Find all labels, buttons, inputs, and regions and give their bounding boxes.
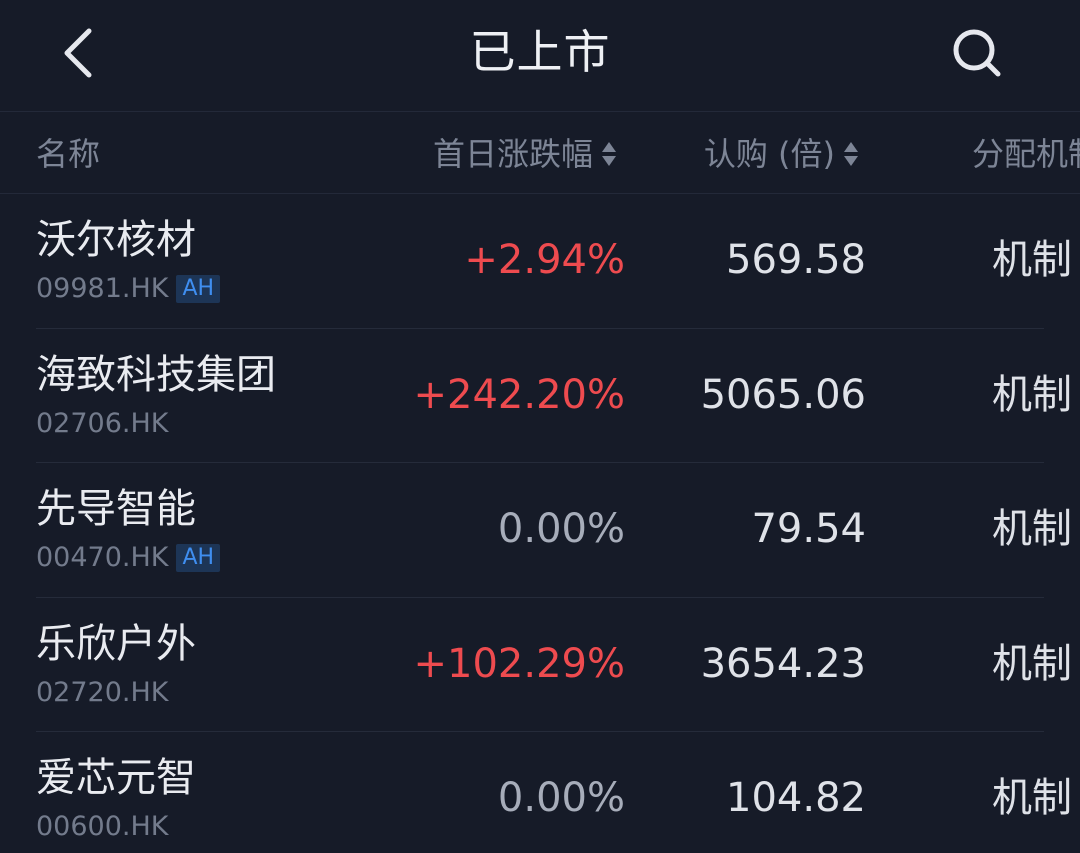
column-header-first-day-change[interactable]: 首日涨跌幅 (433, 132, 617, 176)
first-day-change: 0.00% (497, 506, 625, 552)
stock-code: 00470.HK (36, 542, 169, 573)
stock-name: 乐欣户外 (36, 620, 196, 667)
nav-bar: 已上市 (0, 0, 1080, 112)
allocation-mechanism: 机制 (992, 640, 1072, 687)
ipo-list: 沃尔核材 09981.HK AH +2.94% 569.58 机制 海致科技集团… (0, 194, 1080, 853)
first-day-change: +102.29% (413, 640, 625, 687)
stock-code: 09981.HK (36, 273, 169, 304)
stock-code-line: 09981.HK AH (36, 272, 221, 306)
sort-icon[interactable] (601, 141, 617, 167)
subscription-multiple: 104.82 (726, 775, 866, 821)
stock-code-line: 02706.HK (36, 407, 168, 441)
column-header-name-label: 名称 (36, 135, 101, 173)
column-header-allocation-label: 分配机制 (972, 135, 1080, 173)
ah-badge: AH (176, 275, 221, 303)
search-icon (953, 29, 1001, 77)
search-button[interactable] (944, 18, 1010, 88)
stock-code-line: 00470.HK AH (36, 541, 221, 575)
column-header-allocation: 分配机制 (972, 132, 1080, 176)
list-item[interactable]: 爱芯元智 00600.HK 0.00% 104.82 机制 (0, 732, 1080, 853)
stock-code: 00600.HK (36, 811, 169, 842)
subscription-multiple: 5065.06 (700, 371, 866, 418)
column-header-subscription-label: 认购 (倍) (703, 135, 835, 173)
subscription-multiple: 569.58 (726, 237, 866, 283)
stock-code-line: 00600.HK (36, 810, 168, 844)
column-header-subscription[interactable]: 认购 (倍) (704, 132, 859, 176)
first-day-change: 0.00% (497, 775, 625, 821)
stock-name: 爱芯元智 (36, 755, 196, 801)
sort-icon[interactable] (843, 141, 859, 167)
list-item[interactable]: 乐欣户外 02720.HK +102.29% 3654.23 机制 (0, 598, 1080, 732)
page-title: 已上市 (469, 25, 611, 79)
stock-code: 02720.HK (36, 676, 169, 708)
allocation-mechanism: 机制 (992, 371, 1072, 418)
stock-code: 02706.HK (36, 407, 169, 439)
screen: 已上市 名称 首日涨跌幅 认购 (倍) 分配机制 (0, 0, 1080, 853)
list-item[interactable]: 沃尔核材 09981.HK AH +2.94% 569.58 机制 (0, 194, 1080, 329)
subscription-multiple: 79.54 (751, 506, 866, 552)
allocation-mechanism: 机制 (992, 237, 1072, 283)
allocation-mechanism: 机制 (992, 506, 1072, 552)
stock-name: 先导智能 (36, 486, 196, 532)
stock-name: 海致科技集团 (36, 351, 276, 398)
list-item[interactable]: 先导智能 00470.HK AH 0.00% 79.54 机制 (0, 463, 1080, 598)
first-day-change: +242.20% (413, 371, 625, 418)
list-item[interactable]: 海致科技集团 02706.HK +242.20% 5065.06 机制 (0, 329, 1080, 463)
column-header-first-day-change-label: 首日涨跌幅 (432, 135, 593, 173)
subscription-multiple: 3654.23 (700, 640, 866, 687)
allocation-mechanism: 机制 (992, 775, 1072, 821)
stock-code-line: 02720.HK (36, 676, 168, 710)
ah-badge: AH (176, 544, 221, 572)
stock-name: 沃尔核材 (36, 217, 196, 263)
column-header-row: 名称 首日涨跌幅 认购 (倍) 分配机制 (0, 112, 1080, 194)
first-day-change: +2.94% (464, 237, 625, 283)
column-header-name: 名称 (36, 132, 100, 176)
